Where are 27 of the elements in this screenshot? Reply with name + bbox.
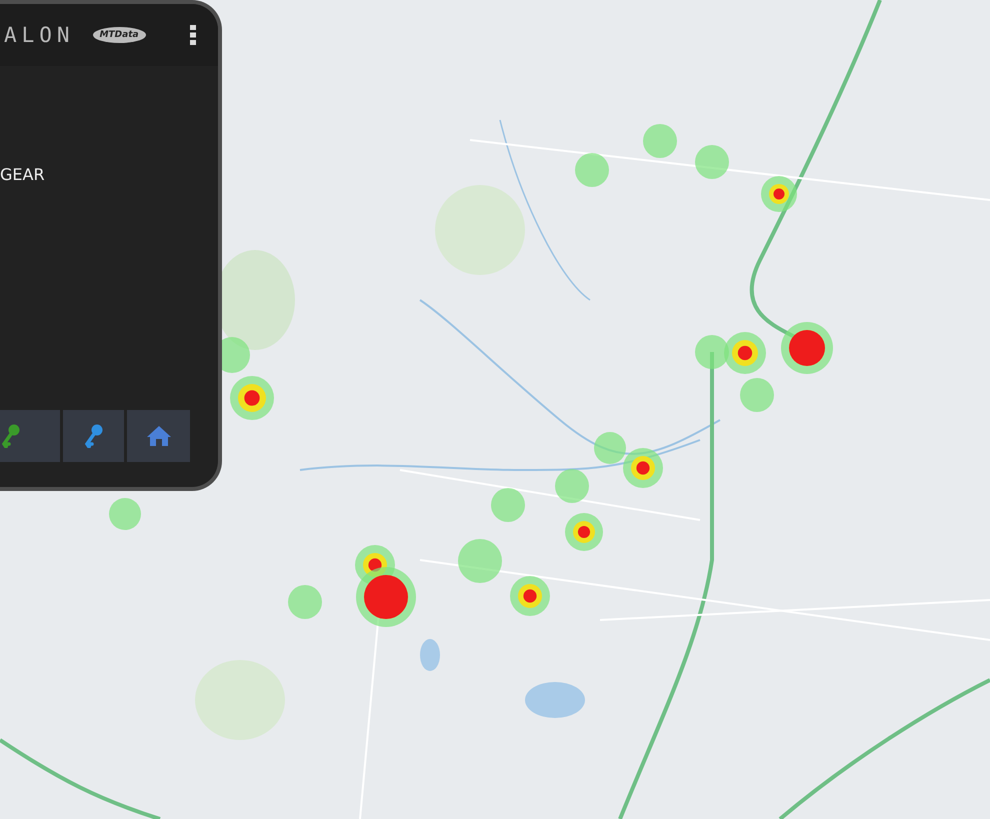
heat-spot [695,145,729,179]
menu-icon[interactable] [190,25,196,45]
heat-spot [458,539,502,583]
heat-spot [623,448,663,488]
lake [420,639,440,671]
heat-spot [288,585,322,619]
app-title: ALON [4,23,75,47]
heat-spot [761,176,797,212]
heat-spot [594,432,626,464]
heat-spot [565,513,603,551]
logo: MTData [92,27,146,43]
heat-spot [724,332,766,374]
heat-spot [491,488,525,522]
panel-button[interactable] [127,410,190,462]
heat-spot [109,498,141,530]
panel-button[interactable] [0,410,60,462]
heat-spot [575,153,609,187]
heat-spot [695,335,729,369]
heat-spot [230,376,274,420]
status-text: GEAR [0,165,45,184]
heat-spot [643,124,677,158]
heat-spot [510,576,550,616]
heat-spot [781,322,833,374]
panel-button[interactable] [62,410,124,462]
lake [525,682,585,718]
heat-spot [740,378,774,412]
heat-spot [555,469,589,503]
